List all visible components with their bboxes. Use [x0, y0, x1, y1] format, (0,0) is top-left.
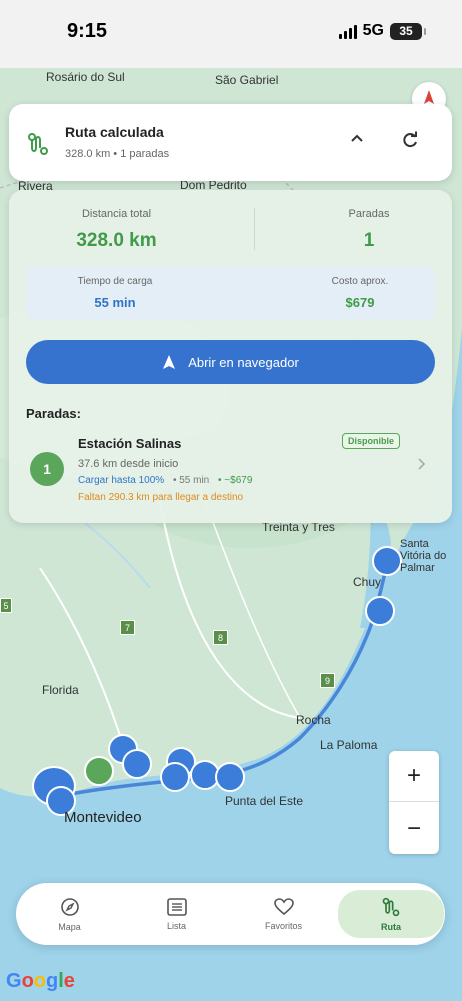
zoom-out-button[interactable]: − [389, 803, 439, 854]
chevron-up-icon[interactable] [350, 132, 364, 146]
charger-marker[interactable] [365, 596, 395, 626]
distance-stat: Distancia total 328.0 km [39, 208, 194, 252]
distance-label: Distancia total [81, 208, 152, 220]
google-logo: Google [6, 970, 75, 992]
charger-marker[interactable] [160, 762, 190, 792]
place-santa-vitoria: Santa Vitória do Palmar [400, 538, 447, 574]
stop-distance: 37.6 km desde inicio [78, 458, 179, 470]
distance-value: 328.0 km [76, 230, 157, 251]
zoom-controls: + − [389, 751, 439, 854]
status-time: 9:15 [67, 20, 108, 42]
nav-item-favoritos[interactable]: Favoritos [230, 883, 337, 945]
stops-label: Paradas [348, 208, 390, 220]
place-punta-del-este: Punta del Este [225, 794, 304, 808]
nav-label: Ruta [381, 921, 401, 932]
stop-detail: Cargar hasta 100% • 55 min • ~$679 [78, 475, 252, 486]
stops-header: Paradas: [26, 406, 81, 421]
nav-item-lista[interactable]: Lista [123, 883, 230, 945]
charge-time-label: Tiempo de carga [77, 276, 153, 287]
route-shield: 9 [320, 673, 335, 688]
chevron-right-icon [418, 458, 426, 470]
place-rosario-do-sul: Rosário do Sul [46, 70, 125, 84]
place-florida: Florida [42, 683, 79, 697]
divider [254, 208, 255, 250]
open-in-navigator-button[interactable]: Abrir en navegador [26, 340, 435, 384]
network-type: 5G [362, 22, 384, 39]
route-summary-card[interactable]: Ruta calculada 328.0 km • 1 paradas [9, 104, 452, 181]
cost-stat: Costo aprox. $679 [285, 276, 435, 310]
list-icon [166, 897, 187, 916]
battery-icon: 35 [390, 22, 426, 40]
stop-cost: • ~$679 [218, 475, 253, 486]
stop-charge-target: Cargar hasta 100% [78, 475, 165, 486]
bottom-navigation: Mapa Lista Favoritos Ruta [16, 883, 445, 945]
cost-value: $679 [345, 295, 375, 310]
nav-item-mapa[interactable]: Mapa [16, 883, 123, 945]
place-rocha: Rocha [296, 713, 331, 727]
charger-marker[interactable] [372, 546, 402, 576]
status-icons: 5G 35 [338, 22, 426, 40]
refresh-icon[interactable] [401, 131, 419, 149]
charger-marker-selected[interactable] [84, 756, 114, 786]
stop-list-item[interactable]: 1 Estación Salinas Disponible 37.6 km de… [26, 430, 435, 510]
route-shield: 5 [0, 598, 12, 613]
nav-item-ruta[interactable]: Ruta [338, 890, 444, 938]
status-badge: Disponible [342, 433, 401, 449]
stop-charge-time: • 55 min [172, 475, 210, 486]
charger-marker[interactable] [122, 749, 152, 779]
route-icon [382, 897, 400, 916]
place-chuy: Chuy [353, 575, 382, 589]
zoom-in-button[interactable]: + [389, 751, 439, 802]
route-shield: 7 [120, 620, 135, 635]
charge-time-stat: Tiempo de carga 55 min [26, 276, 204, 310]
open-button-label: Abrir en navegador [188, 354, 299, 370]
route-shield: 8 [213, 630, 228, 645]
stop-name: Estación Salinas [78, 436, 182, 451]
signal-icon [338, 23, 357, 39]
route-icon [28, 133, 48, 155]
status-bar: 9:15 5G 35 [0, 0, 462, 68]
nav-label: Mapa [58, 921, 81, 932]
place-sao-gabriel: São Gabriel [215, 73, 279, 87]
charge-time-value: 55 min [94, 295, 136, 310]
stops-value: 1 [363, 230, 375, 251]
place-montevideo: Montevideo [64, 809, 142, 826]
route-subtitle: 328.0 km • 1 paradas [65, 148, 170, 160]
nav-label: Lista [166, 920, 186, 931]
cost-label: Costo aprox. [331, 276, 389, 287]
compass-icon [60, 897, 79, 916]
route-title: Ruta calculada [65, 124, 164, 140]
route-details-panel: Distancia total 328.0 km Paradas 1 Tiemp… [9, 190, 452, 523]
heart-icon [273, 897, 294, 915]
stop-warning: Faltan 290.3 km para llegar a destino [78, 492, 244, 503]
charger-marker[interactable] [215, 762, 245, 792]
nav-label: Favoritos [264, 920, 302, 931]
stop-number-badge: 1 [30, 452, 64, 486]
charge-summary-box: Tiempo de carga 55 min Costo aprox. $679 [26, 266, 435, 320]
navigation-arrow-icon [163, 355, 176, 369]
stops-stat: Paradas 1 [299, 208, 439, 252]
place-la-paloma: La Paloma [320, 738, 378, 752]
